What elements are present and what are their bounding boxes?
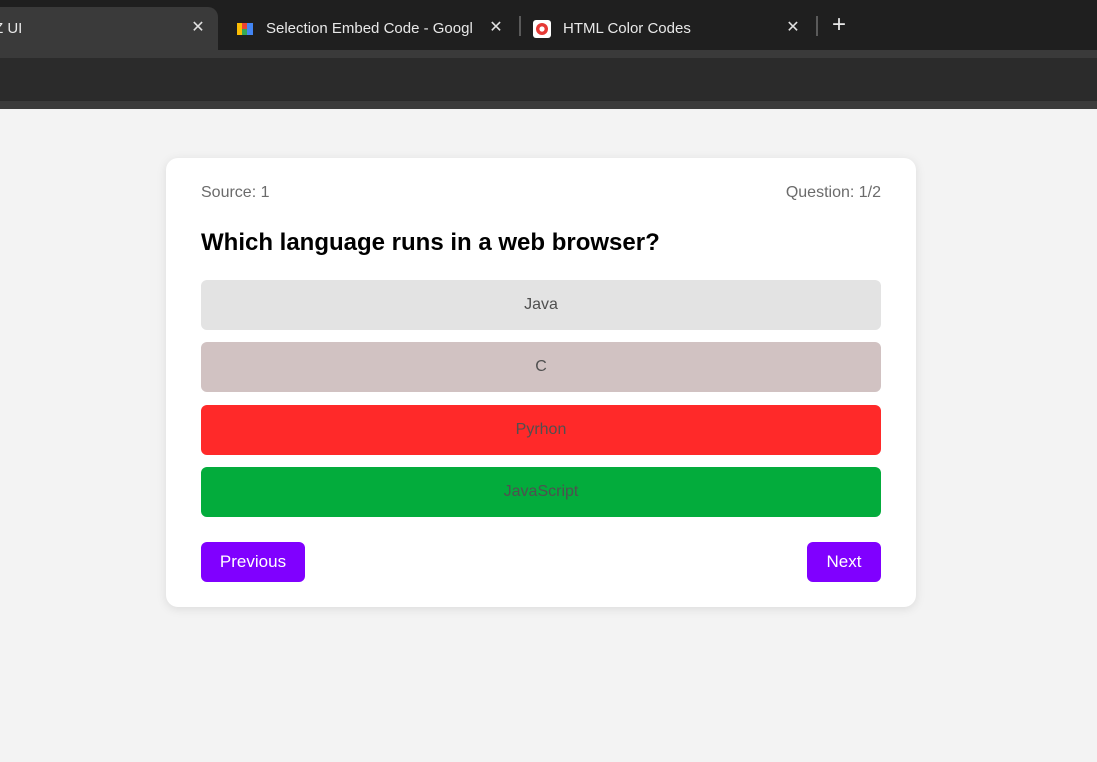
tab-separator [816,16,818,36]
quiz-card: Source: 1 Question: 1/2 Which language r… [166,158,916,607]
answer-option-pyrhon[interactable]: Pyrhon [201,405,881,455]
close-icon[interactable]: ✕ [191,20,205,36]
answer-option-c[interactable]: C [201,342,881,392]
tab-separator [519,16,521,36]
answer-option-javascript[interactable]: JavaScript [201,467,881,517]
new-tab-button[interactable]: + [828,13,850,37]
question-progress: Question: 1/2 [785,184,881,201]
tab-selection-embed-code[interactable]: Selection Embed Code - Googl ✕ [236,7,516,50]
browser-tab-strip: Z UI ✕ Selection Embed Code - Googl ✕ HT… [0,0,1097,50]
tab-html-color-codes[interactable]: HTML Color Codes ✕ [533,7,813,50]
google-sites-icon [236,20,254,38]
close-icon[interactable]: ✕ [786,20,800,36]
tab-title: HTML Color Codes [563,20,691,37]
color-picker-icon [533,19,551,38]
previous-button[interactable]: Previous [201,542,305,582]
tab-title: Z UI [0,20,23,37]
toolbar-bottom-edge [0,101,1097,109]
toolbar-top-edge [0,50,1097,58]
source-label: Source: 1 [201,184,270,201]
answer-option-java[interactable]: Java [201,280,881,330]
tab-z-ui[interactable]: Z UI ✕ [0,7,218,50]
close-icon[interactable]: ✕ [489,20,503,36]
next-button[interactable]: Next [807,542,881,582]
question-text: Which language runs in a web browser? [201,229,660,256]
tab-title: Selection Embed Code - Googl [266,20,473,37]
